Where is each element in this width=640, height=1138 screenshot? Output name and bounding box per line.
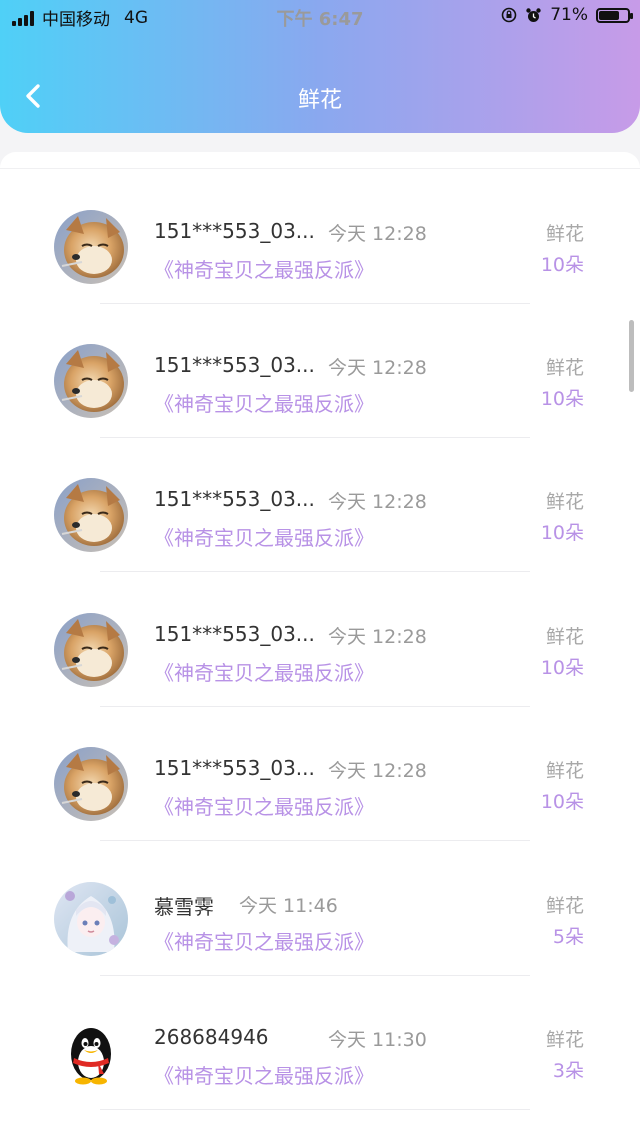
page-title: 鲜花 (297, 88, 342, 113)
gift-label: 鲜花 (545, 357, 584, 379)
list-item[interactable]: 慕雪霁 今天 11:46 《神奇宝贝之最强反派》 鲜花 5朵 (0, 842, 640, 976)
gift-time: 今天 12:28 (328, 760, 427, 782)
book-title[interactable]: 《神奇宝贝之最强反派》 (154, 657, 374, 686)
gift-label: 鲜花 (545, 491, 584, 513)
divider (100, 840, 530, 841)
book-title[interactable]: 《神奇宝贝之最强反派》 (154, 522, 374, 551)
user-name: 151***553_03... (154, 756, 315, 780)
avatar[interactable] (54, 210, 128, 284)
gift-time: 今天 12:28 (328, 357, 427, 379)
list-item[interactable]: 151***553_03... 今天 12:28 《神奇宝贝之最强反派》 鲜花 10朵 (0, 304, 640, 438)
book-title[interactable]: 《神奇宝贝之最强反派》 (154, 791, 374, 820)
avatar[interactable] (54, 613, 128, 687)
book-title[interactable]: 《神奇宝贝之最强反派》 (154, 254, 374, 283)
list-item[interactable]: 268684946 今天 11:30 《神奇宝贝之最强反派》 鲜花 3朵 (0, 976, 640, 1110)
gift-label: 鲜花 (545, 895, 584, 917)
gift-time: 今天 11:30 (328, 1029, 427, 1051)
gift-time: 今天 12:28 (328, 223, 427, 245)
gift-time: 今天 12:28 (328, 491, 427, 513)
avatar[interactable] (54, 344, 128, 418)
gift-label: 鲜花 (545, 626, 584, 648)
gift-count: 5朵 (552, 926, 584, 948)
user-name: 151***553_03... (154, 353, 315, 377)
gift-count: 10朵 (540, 657, 584, 679)
user-name: 151***553_03... (154, 487, 315, 511)
book-title[interactable]: 《神奇宝贝之最强反派》 (154, 926, 374, 955)
gift-label: 鲜花 (545, 760, 584, 782)
list-item[interactable]: 151***553_03... 今天 12:28 《神奇宝贝之最强反派》 鲜花 10朵 (0, 707, 640, 841)
status-bar: 中国移动 4G 下午 6:47 71% (0, 0, 640, 34)
user-name: 151***553_03... (154, 219, 315, 243)
gift-count: 3朵 (552, 1060, 584, 1082)
book-title[interactable]: 《神奇宝贝之最强反派》 (154, 1060, 374, 1089)
scrollbar[interactable] (629, 320, 634, 392)
gift-count: 10朵 (540, 388, 584, 410)
gift-count: 10朵 (540, 254, 584, 276)
gift-time: 今天 12:28 (328, 626, 427, 648)
user-name: 慕雪霁 (154, 895, 214, 919)
avatar[interactable] (54, 882, 128, 956)
battery-icon (596, 7, 633, 23)
divider (0, 168, 640, 169)
divider (100, 1109, 530, 1110)
gift-label: 鲜花 (545, 1029, 584, 1051)
book-title[interactable]: 《神奇宝贝之最强反派》 (154, 388, 374, 417)
gift-time: 今天 11:46 (239, 895, 338, 917)
user-name: 268684946 (154, 1025, 269, 1049)
gift-count: 10朵 (540, 791, 584, 813)
divider (100, 571, 530, 572)
alarm-icon (526, 7, 541, 22)
gift-count: 10朵 (540, 522, 584, 544)
user-name: 151***553_03... (154, 622, 315, 646)
avatar[interactable] (54, 478, 128, 552)
avatar[interactable] (54, 1016, 128, 1090)
list-item[interactable]: 151***553_03... 今天 12:28 《神奇宝贝之最强反派》 鲜花 10朵 (0, 573, 640, 707)
header-bar: 中国移动 4G 下午 6:47 71% 鲜花 (0, 0, 640, 133)
gift-label: 鲜花 (545, 223, 584, 245)
battery-percent: 71% (550, 5, 588, 25)
rotation-lock-icon (501, 7, 517, 23)
list-item[interactable]: 151***553_03... 今天 12:28 《神奇宝贝之最强反派》 鲜花 10朵 (0, 438, 640, 572)
avatar[interactable] (54, 747, 128, 821)
list-item[interactable]: 151***553_03... 今天 12:28 《神奇宝贝之最强反派》 鲜花 10朵 (0, 170, 640, 304)
